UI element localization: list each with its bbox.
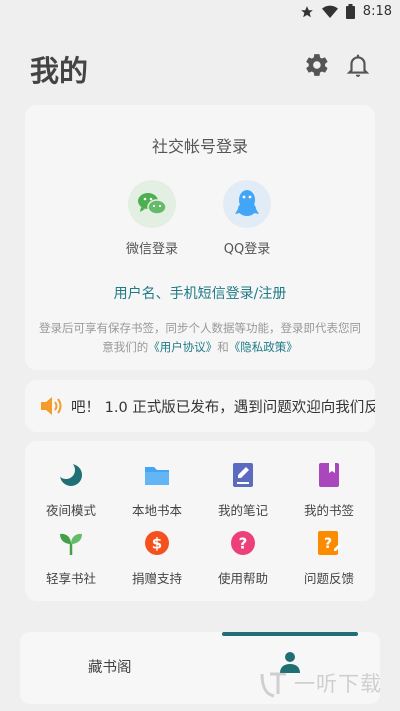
announcement-text: 吧！ 1.0 正式版已发布，遇到问题欢迎向我们反馈 [71,400,375,416]
moon-icon [57,461,82,486]
feature-grid: 夜间模式 本地书本 我的笔记 我的书签 轻享书社 $ 捐赠支持 ? 使用帮助 ?… [25,441,375,601]
donate-button[interactable]: $ 捐赠支持 [113,529,201,587]
star-icon [300,5,313,17]
sprout-icon [60,533,82,555]
svg-text:?: ? [324,536,332,552]
reading-club-label: 轻享书社 [45,571,96,586]
feedback-button[interactable]: ? 问题反馈 [285,529,373,587]
notebook-pen-icon [233,463,253,487]
login-title: 社交帐号登录 [151,137,248,156]
status-bar: 8:18 [0,0,400,26]
watermark: 一听下载 [258,668,382,698]
night-mode-label: 夜间模式 [45,503,96,518]
page-title: 我的 [30,54,89,88]
local-books-button[interactable]: 本地书本 [113,461,201,519]
svg-text:$: $ [152,535,162,553]
wechat-login-label: 微信登录 [125,242,178,257]
my-bookmarks-label: 我的书签 [303,503,354,518]
login-notice: 登录后可享有保存书签，同步个人数据等功能，登录即代表您同意我们的《用户协议》和《… [37,319,363,357]
status-time: 8:18 [362,4,392,19]
help-button[interactable]: ? 使用帮助 [199,529,287,587]
feedback-label: 问题反馈 [303,571,354,586]
user-agreement-link[interactable]: 《用户协议》 [148,340,217,354]
my-notes-label: 我的笔记 [217,503,268,518]
question-circle-icon: ? [231,531,255,555]
battery-icon [345,4,355,19]
wechat-login-button[interactable]: 微信登录 [112,180,192,257]
feedback-note-icon: ? [318,531,341,555]
my-notes-button[interactable]: 我的笔记 [199,461,287,519]
qq-penguin-icon [223,180,271,228]
active-tab-indicator [222,632,358,636]
local-books-label: 本地书本 [131,503,182,518]
login-card: 社交帐号登录 微信登录 QQ登录 用户名、手机短信登录/注册 登录后可享有保存书… [25,105,375,370]
bookmark-book-icon [319,463,339,487]
phone-login-register-link[interactable]: 用户名、手机短信登录/注册 [25,283,375,303]
my-bookmarks-button[interactable]: 我的书签 [285,461,373,519]
privacy-policy-link[interactable]: 《隐私政策》 [229,340,298,354]
qq-login-button[interactable]: QQ登录 [207,180,287,257]
wechat-icon [128,180,176,228]
wifi-icon [321,5,338,18]
donate-label: 捐赠支持 [131,571,182,586]
night-mode-button[interactable]: 夜间模式 [27,461,115,519]
settings-gear-icon[interactable] [304,52,330,78]
notification-bell-icon[interactable] [345,52,371,78]
announcement-bar[interactable]: 吧！ 1.0 正式版已发布，遇到问题欢迎向我们反馈 [25,380,375,432]
svg-text:?: ? [239,535,248,553]
reading-club-button[interactable]: 轻享书社 [27,529,115,587]
folder-icon [145,467,169,485]
watermark-text: 一听下载 [294,672,382,696]
qq-login-label: QQ登录 [223,242,271,257]
notice-and: 和 [217,340,229,354]
speaker-icon [41,397,62,415]
watermark-logo-icon [260,672,286,698]
dollar-coin-icon: $ [145,531,169,555]
tab-library[interactable]: 藏书阁 [88,656,132,677]
help-label: 使用帮助 [217,571,268,586]
